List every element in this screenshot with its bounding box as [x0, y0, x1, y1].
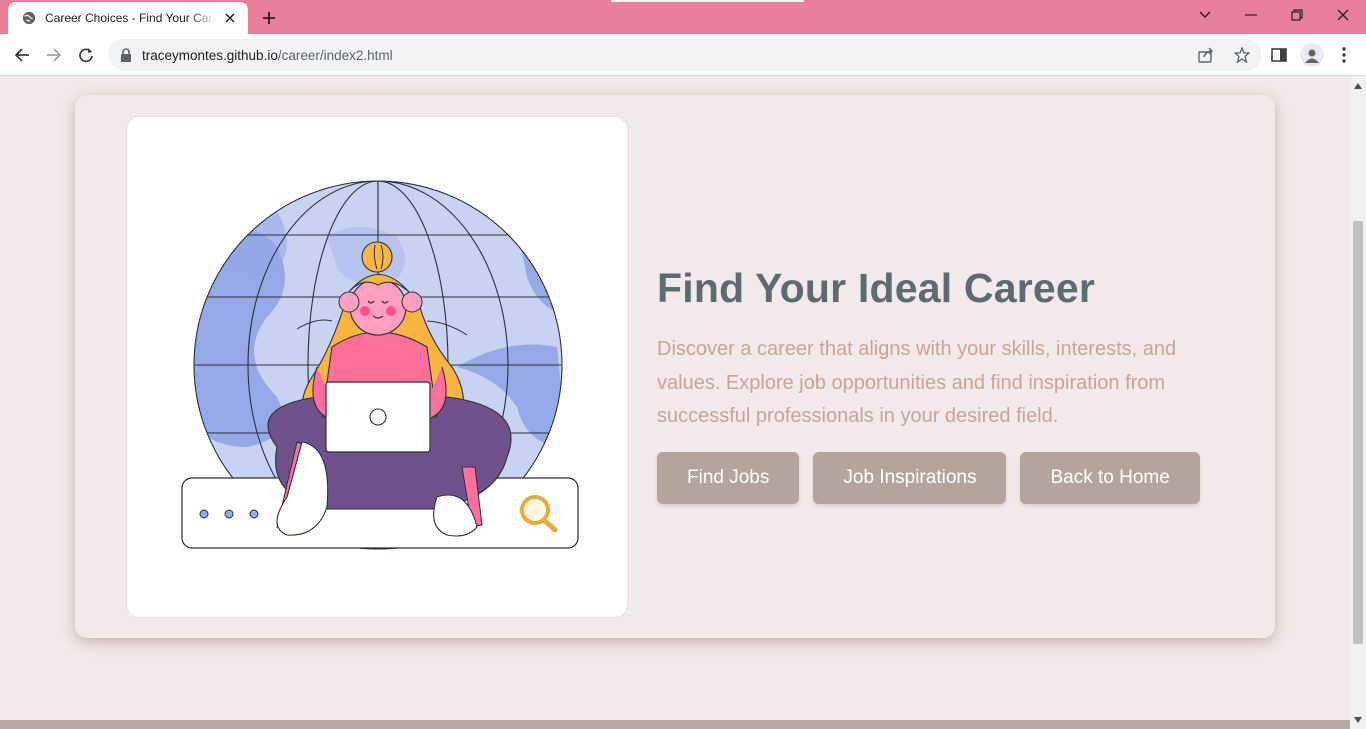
hero-illustration — [126, 116, 628, 618]
restore-icon[interactable] — [1274, 0, 1320, 30]
profile-avatar-icon[interactable] — [1300, 43, 1324, 67]
hero-text: Find Your Ideal Career Discover a career… — [657, 263, 1237, 504]
window-drag-indicator — [611, 0, 804, 2]
tab-search-icon[interactable] — [1182, 0, 1228, 30]
share-icon[interactable] — [1194, 43, 1218, 67]
close-window-icon[interactable] — [1320, 0, 1366, 30]
reload-icon[interactable] — [74, 43, 98, 67]
page-scrollbar[interactable] — [1350, 77, 1366, 729]
menu-kebab-icon[interactable] — [1332, 43, 1356, 67]
page-viewport: Find Your Ideal Career Discover a career… — [0, 77, 1350, 729]
url-host: traceymontes.github.io — [142, 47, 278, 63]
forward-icon[interactable] — [42, 43, 66, 67]
browser-toolbar: traceymontes.github.io/career/index2.htm… — [0, 34, 1366, 76]
browser-titlebar: Career Choices - Find Your Career — [0, 0, 1366, 34]
hero-headline: Find Your Ideal Career — [657, 265, 1096, 311]
find-jobs-button[interactable]: Find Jobs — [657, 451, 800, 504]
back-icon[interactable] — [10, 43, 34, 67]
minimize-icon[interactable] — [1228, 0, 1274, 30]
url-path: /career/index2.html — [277, 47, 393, 63]
hero-description: Discover a career that aligns with your … — [657, 338, 1177, 427]
new-tab-icon[interactable] — [259, 8, 279, 28]
globe-icon — [22, 11, 36, 25]
scroll-down-icon[interactable] — [1353, 715, 1363, 725]
woman-with-laptop-globe-illustration — [181, 180, 579, 550]
back-to-home-button[interactable]: Back to Home — [1020, 451, 1200, 504]
job-inspirations-button[interactable]: Job Inspirations — [813, 451, 1007, 504]
scrollbar-thumb[interactable] — [1353, 221, 1363, 644]
browser-tab[interactable]: Career Choices - Find Your Career — [8, 2, 248, 34]
lock-icon[interactable] — [120, 48, 132, 62]
address-bar[interactable]: traceymontes.github.io/career/index2.htm… — [108, 39, 1262, 71]
hero-card: Find Your Ideal Career Discover a career… — [75, 95, 1275, 638]
tab-title: Career Choices - Find Your Career — [45, 11, 216, 25]
footer-edge — [0, 720, 1350, 729]
close-tab-icon[interactable] — [222, 10, 238, 26]
hero-buttons: Find Jobs Job Inspirations Back to Home — [657, 451, 1237, 504]
scroll-up-icon[interactable] — [1353, 81, 1363, 91]
side-panel-icon[interactable] — [1267, 43, 1291, 67]
bookmark-star-icon[interactable] — [1230, 43, 1254, 67]
